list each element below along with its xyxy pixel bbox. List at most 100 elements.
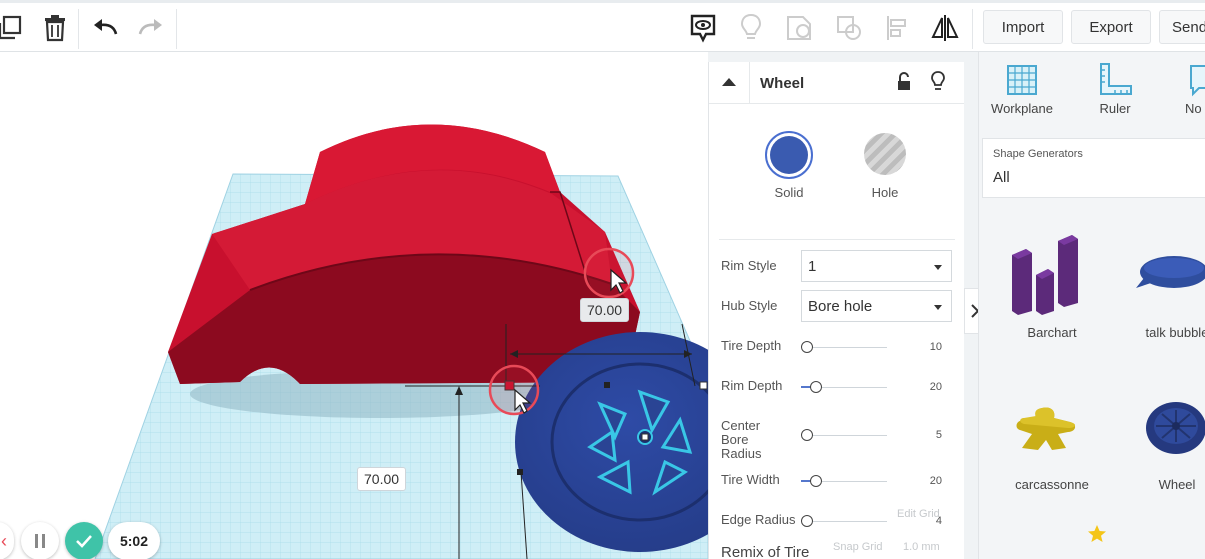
edit-grid-link[interactable]: Edit Grid: [897, 508, 940, 520]
click-ring: [488, 364, 540, 416]
mirror-icon[interactable]: [928, 11, 962, 45]
shape-label-carcassonne: carcassonne: [1015, 477, 1089, 492]
dimension-label-top[interactable]: 70.00: [580, 298, 630, 322]
notes-label: No: [1185, 101, 1202, 116]
talk-bubble-shape-icon: [1136, 256, 1205, 288]
rim-style-value: 1: [808, 258, 817, 275]
solid-option[interactable]: [765, 131, 813, 179]
meeple-shape-icon: [1016, 407, 1076, 450]
car-body: [168, 124, 640, 384]
tire-depth-slider[interactable]: [801, 347, 887, 348]
shape-wheel[interactable]: [1142, 400, 1205, 461]
import-button[interactable]: Import: [983, 10, 1063, 44]
shape-barchart[interactable]: [1004, 235, 1104, 320]
ungroup-icon[interactable]: [832, 11, 866, 45]
top-toolbar: Import Export Send: [0, 0, 1205, 52]
notes-tool[interactable]: No: [1185, 62, 1205, 116]
header-divider: [749, 62, 750, 104]
barchart-shape-icon: [1012, 235, 1078, 315]
section-title-remix: Remix of Tire: [721, 544, 810, 559]
tire-depth-value[interactable]: 10: [912, 341, 942, 353]
solid-swatch: [770, 136, 808, 174]
shape-label-wheel: Wheel: [1158, 477, 1196, 492]
rim-style-label: Rim Style: [721, 258, 777, 273]
shape-inspector: Wheel Solid Hole Rim Style 1 Hub Style B…: [708, 62, 964, 559]
center-bore-radius-knob[interactable]: [801, 429, 813, 441]
lightbulb-icon[interactable]: [930, 71, 946, 93]
shapes-panel: Workplane Ruler No Shape Generators All …: [978, 52, 1205, 559]
undo-icon[interactable]: [88, 11, 122, 45]
shape-talk-bubble[interactable]: [1134, 252, 1205, 301]
center-bore-radius-value[interactable]: 5: [912, 429, 942, 441]
check-icon: [76, 535, 92, 548]
notes-bubble-icon[interactable]: [686, 11, 720, 45]
chevron-down-icon: [934, 265, 942, 270]
edge-radius-slider[interactable]: [801, 521, 887, 522]
rim-depth-label: Rim Depth: [721, 378, 783, 393]
ruler-label: Ruler: [1099, 101, 1131, 116]
snap-grid-value[interactable]: 1.0 mm: [903, 541, 940, 553]
rim-style-select[interactable]: 1: [801, 250, 952, 282]
toolbar-divider: [972, 9, 973, 49]
3d-viewport[interactable]: 70.00 70.00: [0, 52, 708, 559]
tire-depth-label: Tire Depth: [721, 338, 782, 353]
click-ring: [583, 247, 635, 299]
tire-width-label: Tire Width: [721, 472, 780, 487]
shape-generators-select[interactable]: Shape Generators All: [982, 138, 1205, 198]
trash-icon[interactable]: [38, 11, 72, 45]
align-icon[interactable]: [880, 11, 914, 45]
dimension-label-bottom[interactable]: 70.00: [357, 467, 407, 491]
ruler-icon: [1100, 63, 1132, 95]
shape-label-talk-bubble: talk bubble: [1145, 325, 1205, 340]
tire-width-knob[interactable]: [810, 475, 822, 487]
toolbar-divider: [78, 9, 79, 49]
rim-depth-knob[interactable]: [810, 381, 822, 393]
shape-generators-value: All: [993, 169, 1010, 186]
workplane-tool[interactable]: Workplane: [989, 62, 1055, 116]
lock-icon[interactable]: [896, 72, 912, 92]
send-to-button[interactable]: Send: [1159, 10, 1205, 44]
lightbulb-icon[interactable]: [734, 11, 768, 45]
ruler-tool[interactable]: Ruler: [1085, 62, 1145, 116]
shape-carcassonne[interactable]: [1012, 404, 1084, 457]
edge-radius-knob[interactable]: [801, 515, 813, 527]
copy-icon[interactable]: [0, 11, 28, 45]
snap-grid-label: Snap Grid: [833, 541, 883, 553]
hole-option[interactable]: [864, 133, 906, 175]
hub-style-select[interactable]: Bore hole: [801, 290, 952, 322]
tire-width-value[interactable]: 20: [912, 475, 942, 487]
timer-display: 5:02: [108, 522, 160, 559]
selection-handle: [517, 469, 523, 475]
redo-icon[interactable]: [134, 11, 168, 45]
pause-icon: [35, 534, 45, 548]
inspector-title: Wheel: [760, 75, 805, 92]
workplane-label: Workplane: [991, 101, 1053, 116]
solid-label: Solid: [774, 185, 804, 200]
pause-button[interactable]: [21, 522, 59, 559]
edge-radius-label: Edge Radius: [721, 512, 796, 527]
section-divider: [719, 239, 955, 240]
selection-handle: [604, 382, 610, 388]
group-icon[interactable]: [782, 11, 816, 45]
shape-label-barchart: Barchart: [1027, 325, 1077, 340]
star-icon: [1088, 525, 1106, 542]
hole-label: Hole: [871, 185, 899, 200]
collapse-up-icon[interactable]: [721, 77, 737, 87]
chevron-down-icon: [934, 305, 942, 310]
rim-depth-value[interactable]: 20: [912, 381, 942, 393]
center-bore-radius-label: Center Bore Radius: [721, 418, 762, 461]
wheel-shape-icon: [1146, 402, 1205, 454]
hub-style-label: Hub Style: [721, 298, 778, 313]
confirm-button[interactable]: [65, 522, 103, 559]
inspector-header: Wheel: [709, 62, 964, 104]
shape-generators-title: Shape Generators: [993, 148, 1083, 160]
toolbar-divider: [176, 9, 177, 49]
center-bore-radius-slider[interactable]: [801, 435, 887, 436]
workplane-icon: [1007, 65, 1037, 95]
note-icon: [1190, 65, 1205, 97]
selection-handle: [699, 381, 708, 390]
tire-depth-knob[interactable]: [801, 341, 813, 353]
close-icon: ‹: [1, 530, 7, 551]
hub-style-value: Bore hole: [808, 298, 873, 315]
export-button[interactable]: Export: [1071, 10, 1151, 44]
